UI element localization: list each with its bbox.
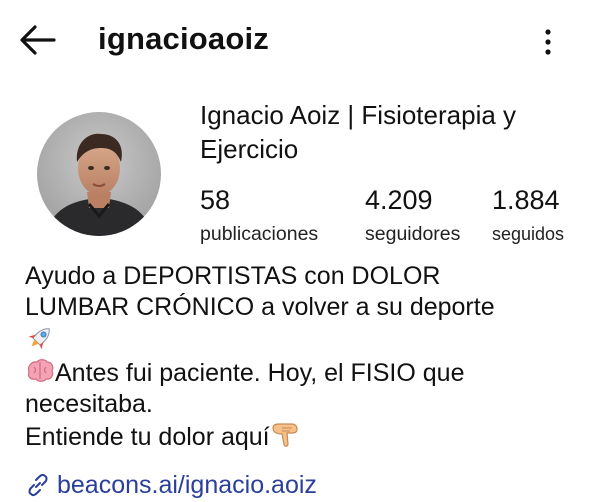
bio-line: Entiende tu dolor aquí	[25, 423, 270, 451]
bio-line-brain: Antes fui paciente. Hoy, el FISIO que	[25, 358, 585, 389]
profile-full-name: Ignacio Aoiz | Fisioterapia y Ejercicio	[200, 100, 517, 164]
followers-label: seguidores	[365, 223, 461, 245]
following-label: seguidos	[492, 224, 565, 244]
followers-count-stat[interactable]: 4.209 seguidores	[365, 184, 460, 247]
profile-header: ignacioaoiz	[0, 0, 600, 86]
more-options-button[interactable]	[536, 24, 560, 60]
brain-icon	[27, 359, 54, 382]
profile-link[interactable]: beacons.ai/ignacio.aoiz	[25, 468, 317, 502]
avatar-photo	[37, 112, 161, 236]
profile-username: ignacioaoiz	[98, 21, 270, 56]
profile-link-text[interactable]: beacons.ai/ignacio.aoiz	[57, 471, 317, 500]
more-vertical-icon	[545, 29, 551, 55]
bio-line: necesitaba.	[25, 390, 153, 418]
bio-line-rocket	[25, 323, 585, 358]
followers-count: 4.209	[365, 185, 433, 215]
bio-line: Antes fui paciente. Hoy, el FISIO que	[55, 359, 465, 387]
posts-count: 58	[200, 185, 231, 215]
posts-label: publicaciones	[200, 223, 319, 245]
posts-count-stat[interactable]: 58 publicaciones	[200, 184, 318, 247]
back-button[interactable]	[18, 20, 58, 60]
bio-line-pointer: Entiende tu dolor aquí	[25, 420, 585, 453]
following-count: 1.884	[492, 185, 560, 215]
arrow-left-icon	[20, 25, 56, 55]
bio-line: LUMBAR CRÓNICO a volver a su deporte	[25, 293, 495, 321]
following-count-stat[interactable]: 1.884 seguidos	[492, 184, 564, 247]
link-icon	[28, 473, 48, 497]
profile-bio: Ayudo a DEPORTISTAS con DOLOR LUMBAR CRÓ…	[25, 261, 585, 453]
rocket-icon	[28, 328, 50, 350]
profile-avatar[interactable]	[37, 112, 161, 236]
pointing-down-hand-icon	[272, 423, 298, 447]
bio-line: Ayudo a DEPORTISTAS con DOLOR	[25, 262, 441, 290]
